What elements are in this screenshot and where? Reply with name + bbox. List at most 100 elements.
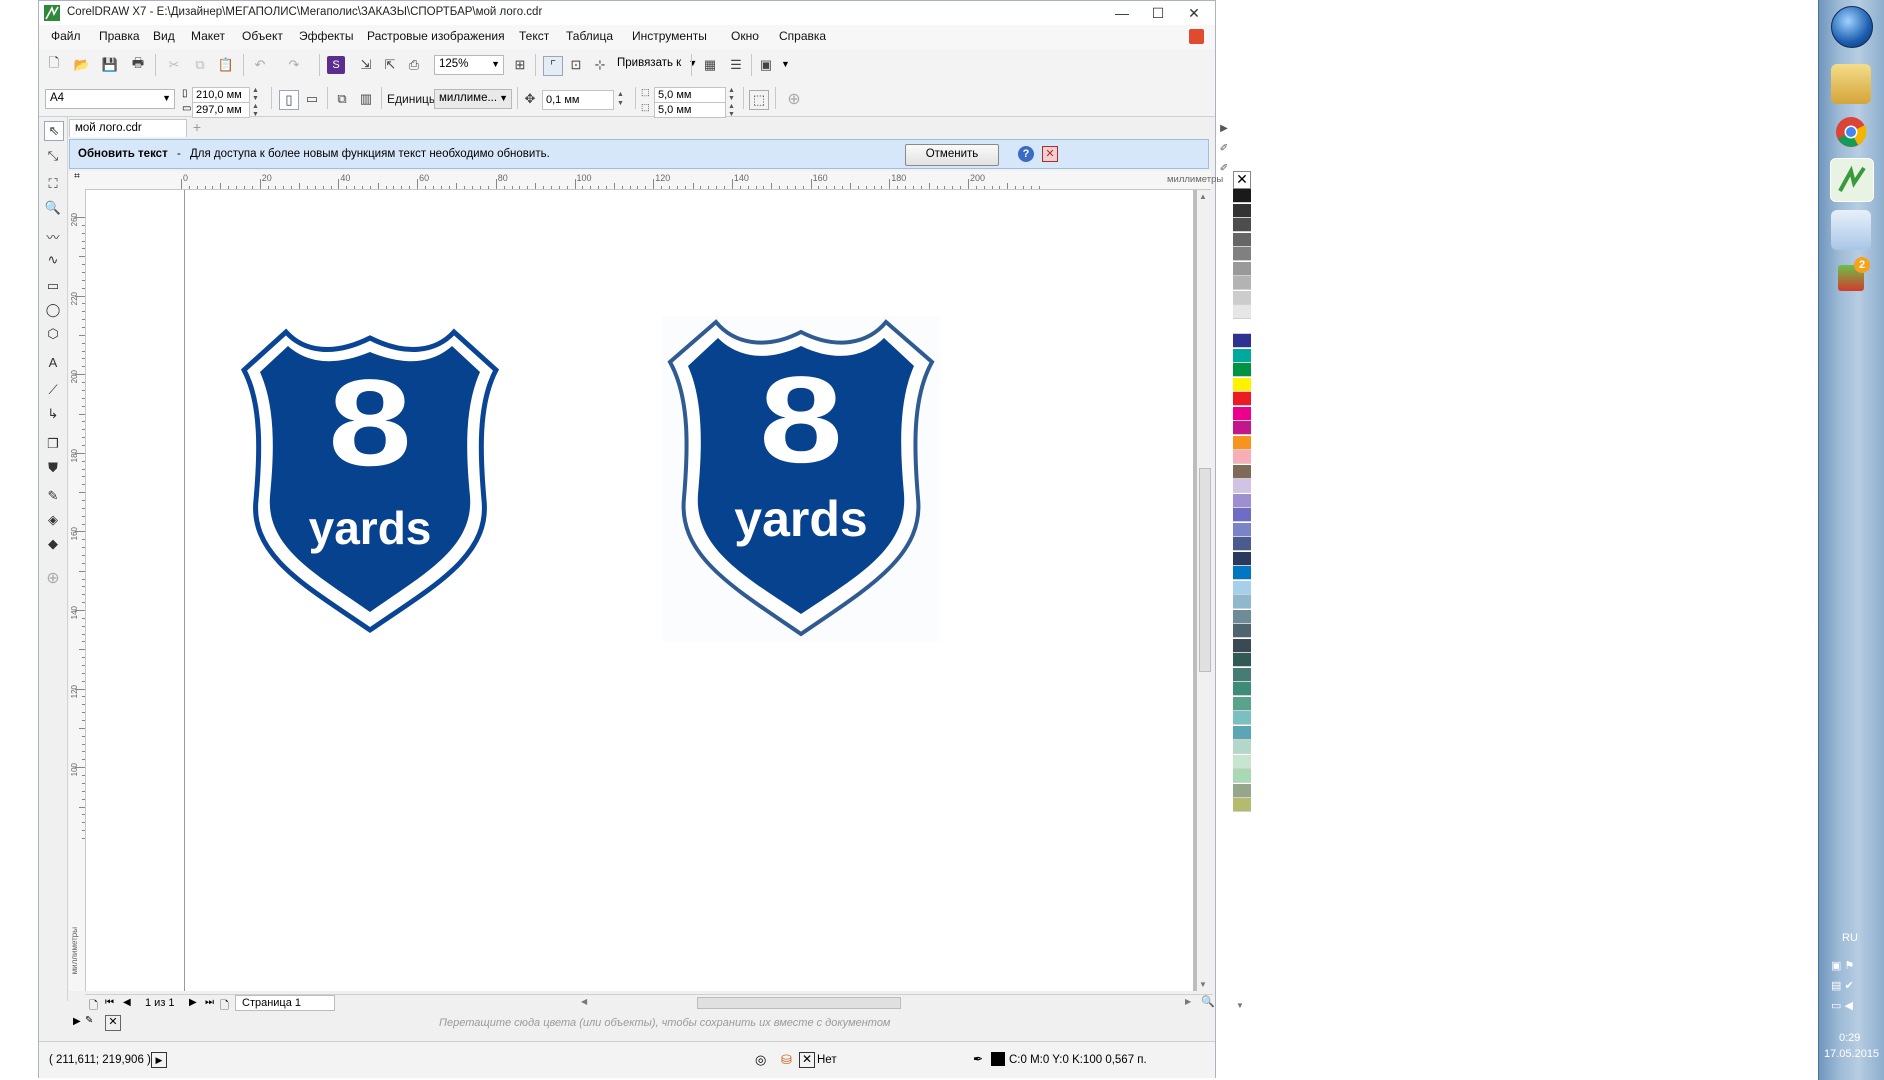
save-icon[interactable]: 💾 [101, 56, 119, 74]
color-swatch[interactable] [1233, 261, 1251, 276]
shape-tool-icon[interactable]: ⤡ [44, 147, 62, 165]
undo-icon[interactable]: ↶ [251, 56, 269, 74]
interactive-fill-tool-icon[interactable]: ◈ [44, 511, 62, 529]
show-rulers-icon[interactable]: ⌜ [543, 56, 563, 76]
menu-help[interactable]: Справка [779, 29, 826, 43]
chevron-down-icon[interactable]: ▼ [781, 59, 790, 69]
paste-icon[interactable]: 📋 [217, 56, 235, 74]
rectangle-tool-icon[interactable]: ▭ [44, 277, 62, 295]
eyedropper-tool-icon[interactable]: ✎ [44, 487, 62, 505]
page-width-input[interactable]: 210,0 мм [192, 87, 250, 103]
menu-object[interactable]: Объект [242, 29, 283, 43]
color-swatch[interactable] [1233, 769, 1251, 783]
color-swatch[interactable] [1233, 377, 1251, 392]
printer-dropdown-icon[interactable]: ▣ [757, 56, 775, 74]
color-swatch[interactable] [1233, 711, 1251, 725]
horizontal-ruler[interactable]: 0 20 40 60 80 100 120 140 160 180 200 миллиметры [85, 171, 1223, 190]
import-icon[interactable]: ⇲ [357, 56, 375, 74]
menu-layout[interactable]: Макет [191, 29, 225, 43]
drop-shadow-tool-icon[interactable]: ❐ [44, 435, 62, 453]
color-swatch[interactable] [1233, 334, 1251, 348]
close-button[interactable]: ✕ [1179, 1, 1209, 25]
zoom-level-select[interactable]: 125% ▼ [434, 55, 504, 75]
quick-customize-icon[interactable]: ⊕ [785, 90, 803, 108]
text-tool-icon[interactable]: A [44, 353, 62, 371]
portrait-orientation-icon[interactable]: ▯ [279, 90, 299, 110]
first-page-icon[interactable]: ⏮ [105, 997, 114, 1008]
full-screen-preview-icon[interactable]: ⊞ [511, 56, 529, 74]
color-swatch[interactable] [1233, 348, 1251, 363]
show-guidelines-icon[interactable]: ⊹ [591, 56, 609, 74]
connector-tool-icon[interactable]: ↳ [44, 405, 62, 423]
ruler-origin-icon[interactable]: ⌗ [69, 171, 85, 189]
color-swatch[interactable] [1233, 363, 1251, 377]
publish-pdf-icon[interactable]: ⎙ [405, 56, 423, 74]
color-swatch[interactable] [1233, 203, 1251, 218]
coreldraw-taskbar-icon[interactable] [1830, 158, 1874, 202]
color-swatch[interactable] [1233, 566, 1251, 580]
vertical-ruler[interactable]: 260 220 200 180 160 140 120 100 миллиметры [69, 189, 86, 991]
no-color-swatch[interactable]: ✕ [105, 1015, 121, 1031]
horizontal-scroll-thumb[interactable] [697, 997, 901, 1009]
scroll-left-icon[interactable]: ◀ [581, 997, 587, 1006]
snap-to-dropdown[interactable]: Привязать к ▼ [617, 57, 697, 69]
duplicate-spinner[interactable]: ▲ ▼ ▲ ▼ [728, 87, 735, 119]
maximize-button[interactable]: ☐ [1143, 1, 1173, 25]
color-swatch[interactable] [1233, 653, 1251, 667]
current-page-icon[interactable]: ▥ [357, 90, 375, 108]
no-color-swatch[interactable]: ✕ [1233, 171, 1251, 189]
menu-effects[interactable]: Эффекты [299, 29, 354, 43]
eyedropper-icon[interactable]: ✎ [85, 1015, 93, 1026]
duplicate-y-input[interactable]: 5,0 мм [654, 102, 726, 118]
shield-logo-2[interactable]: 8 yards [662, 316, 940, 642]
landscape-orientation-icon[interactable]: ▭ [303, 90, 321, 108]
color-swatch[interactable] [1233, 464, 1251, 479]
clock-time[interactable]: 0:29 [1839, 1032, 1860, 1044]
copy-icon[interactable]: ⧉ [191, 56, 209, 74]
color-swatch[interactable] [1233, 522, 1251, 537]
last-page-icon[interactable]: ⏭ [205, 997, 214, 1008]
color-swatch[interactable] [1233, 276, 1251, 290]
ellipse-tool-icon[interactable]: ◯ [44, 301, 62, 319]
color-swatch[interactable] [1233, 696, 1251, 711]
options-icon[interactable]: ▦ [701, 56, 719, 74]
pick-tool-icon[interactable]: ⇖ [44, 121, 64, 141]
user-account-icon[interactable] [1189, 29, 1204, 44]
play-icon[interactable]: ▶ [151, 1052, 167, 1068]
open-folder-icon[interactable]: 📂 [73, 56, 91, 74]
color-swatch[interactable] [1233, 305, 1251, 319]
color-swatch[interactable] [1233, 421, 1251, 435]
notification-app-icon[interactable]: 2 [1831, 257, 1871, 298]
color-swatch[interactable] [1233, 232, 1251, 247]
add-document-tab-icon[interactable]: + [189, 119, 205, 137]
color-swatch[interactable] [1233, 595, 1251, 609]
start-button[interactable] [1831, 6, 1873, 48]
color-swatch[interactable] [1233, 754, 1251, 769]
color-swatch[interactable] [1233, 479, 1251, 493]
nudge-spinner[interactable]: ▲ ▼ [617, 90, 624, 108]
polygon-tool-icon[interactable]: ⬡ [44, 325, 62, 343]
color-swatch[interactable] [1233, 667, 1251, 682]
menu-text[interactable]: Текст [519, 29, 549, 43]
page-tab[interactable]: Страница 1 [235, 995, 335, 1011]
scroll-thumb[interactable] [1199, 468, 1211, 672]
clock-date[interactable]: 17.05.2015 [1824, 1048, 1879, 1060]
previous-page-icon[interactable]: ◀ [123, 997, 131, 1008]
search-content-icon[interactable]: S [327, 56, 345, 74]
color-swatch[interactable] [1233, 406, 1251, 421]
palette-menu-icon[interactable]: ▶ [73, 1016, 81, 1027]
page-size-select[interactable]: A4 ▼ [45, 89, 175, 109]
color-swatch[interactable] [1233, 638, 1251, 653]
cut-icon[interactable]: ✂ [165, 56, 183, 74]
page-height-input[interactable]: 297,0 мм [192, 102, 250, 118]
zoom-tool-icon[interactable]: 🔍 [44, 199, 62, 217]
export-icon[interactable]: ⇱ [381, 56, 399, 74]
color-swatch[interactable] [1233, 290, 1251, 305]
color-swatch[interactable] [1233, 508, 1251, 522]
show-grid-icon[interactable]: ⊡ [567, 56, 585, 74]
application-launcher-icon[interactable]: ☰ [727, 56, 745, 74]
help-icon[interactable]: ? [1018, 146, 1034, 162]
palette-scroll-down-icon[interactable]: ▼ [1236, 1001, 1244, 1010]
chrome-icon[interactable] [1831, 112, 1871, 152]
color-swatch[interactable] [1233, 392, 1251, 406]
